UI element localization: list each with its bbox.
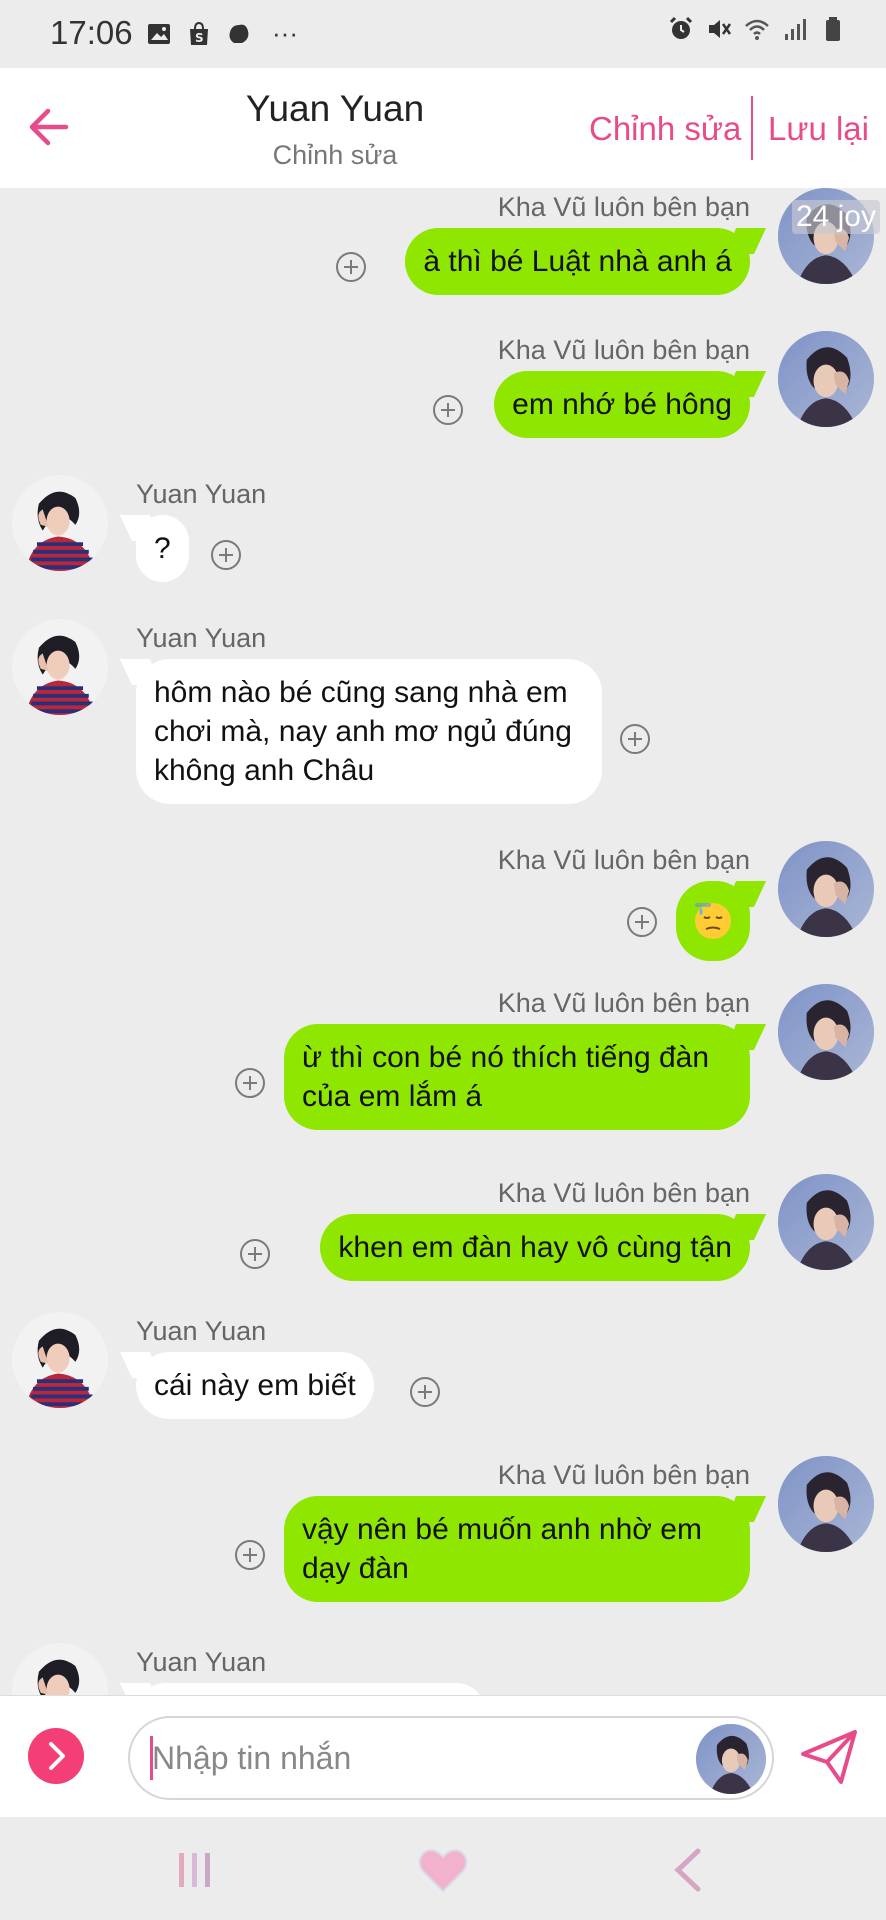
sender-name: Kha Vũ luôn bên bạn — [497, 1178, 750, 1208]
sender-name: Yuan Yuan — [136, 479, 267, 509]
message-bubble[interactable]: hôm nào bé cũng sang nhà em chơi mà, nay… — [136, 659, 602, 804]
avatar-other[interactable] — [12, 1312, 108, 1408]
add-reaction-icon[interactable] — [433, 395, 463, 425]
system-nav-bar — [0, 1817, 886, 1920]
sender-name: Kha Vũ luôn bên bạn — [497, 1460, 750, 1490]
header-divider — [751, 96, 753, 160]
message-bubble[interactable] — [136, 1683, 486, 1695]
sender-name: Yuan Yuan — [136, 623, 267, 653]
message-bubble[interactable]: vậy nên bé muốn anh nhờ em dạy đàn — [284, 1496, 750, 1602]
more-notifications-icon: ··· — [272, 18, 298, 48]
sender-name: Kha Vũ luôn bên bạn — [497, 192, 750, 222]
alarm-icon — [669, 16, 693, 39]
add-reaction-icon[interactable] — [211, 540, 241, 570]
avatar-me[interactable] — [778, 1456, 874, 1552]
avatar-other[interactable] — [12, 1643, 108, 1695]
expand-options-button[interactable] — [28, 1728, 84, 1784]
avatar-me[interactable] — [778, 984, 874, 1080]
message-bubble[interactable]: khen em đàn hay vô cùng tận — [320, 1214, 750, 1281]
joy-badge: 24 joy — [791, 200, 880, 234]
chat-title: Yuan Yuan — [245, 88, 425, 129]
avatar-me[interactable] — [778, 841, 874, 937]
status-notification-icons: S ··· — [146, 18, 298, 49]
message-input[interactable] — [152, 1734, 672, 1782]
gallery-icon — [148, 23, 170, 44]
sender-persona-avatar[interactable] — [696, 1724, 766, 1794]
chevron-right-icon — [49, 1742, 65, 1770]
app-notification-icon — [229, 24, 249, 43]
avatar-me[interactable] — [778, 1174, 874, 1270]
message-bubble[interactable] — [676, 881, 750, 961]
add-reaction-icon[interactable] — [240, 1239, 270, 1269]
status-time: 17:06 — [50, 14, 133, 51]
chat-message-list[interactable]: 24 joy Kha Vũ luôn bên bạn à thì bé Luật… — [0, 188, 886, 1695]
avatar-other[interactable] — [12, 619, 108, 715]
status-bar: 17:06 S ··· — [0, 0, 886, 68]
chat-header: Yuan Yuan Chỉnh sửa Chỉnh sửa Lưu lại — [0, 68, 886, 188]
add-reaction-icon[interactable] — [627, 907, 657, 937]
svg-text:S: S — [195, 31, 204, 45]
sender-name: Kha Vũ luôn bên bạn — [497, 845, 750, 875]
shopee-icon: S — [190, 21, 208, 45]
message-input-bar — [0, 1695, 886, 1817]
mute-icon — [709, 20, 732, 38]
message-bubble[interactable]: ừ thì con bé nó thích tiếng đàn của em l… — [284, 1024, 750, 1130]
recent-apps-icon[interactable] — [176, 1851, 214, 1889]
back-nav-icon[interactable] — [670, 1847, 706, 1893]
message-bubble[interactable]: ? — [136, 515, 189, 582]
sweat-face-emoji-icon — [695, 903, 731, 939]
add-reaction-icon[interactable] — [235, 1540, 265, 1570]
sender-name: Kha Vũ luôn bên bạn — [497, 335, 750, 365]
avatar-me[interactable] — [778, 331, 874, 427]
add-reaction-icon[interactable] — [410, 1377, 440, 1407]
message-input-wrapper[interactable] — [128, 1716, 774, 1800]
edit-button[interactable]: Chỉnh sửa — [589, 110, 741, 148]
add-reaction-icon[interactable] — [235, 1068, 265, 1098]
home-heart-icon[interactable] — [418, 1847, 468, 1893]
status-system-icons — [668, 16, 846, 42]
chat-subtitle-edit[interactable]: Chỉnh sửa — [0, 140, 670, 171]
sender-name: Kha Vũ luôn bên bạn — [497, 988, 750, 1018]
add-reaction-icon[interactable] — [620, 724, 650, 754]
sender-name: Yuan Yuan — [136, 1647, 267, 1677]
battery-icon — [826, 17, 840, 41]
message-bubble[interactable]: em nhớ bé hông — [494, 371, 750, 438]
wifi-icon — [745, 19, 769, 40]
message-bubble[interactable]: cái này em biết — [136, 1352, 374, 1419]
send-icon[interactable] — [797, 1724, 861, 1788]
avatar-other[interactable] — [12, 475, 108, 571]
save-button[interactable]: Lưu lại — [768, 110, 869, 148]
message-bubble[interactable]: à thì bé Luật nhà anh á — [405, 228, 750, 295]
add-reaction-icon[interactable] — [336, 252, 366, 282]
sender-name: Yuan Yuan — [136, 1316, 267, 1346]
signal-icon — [785, 19, 806, 40]
